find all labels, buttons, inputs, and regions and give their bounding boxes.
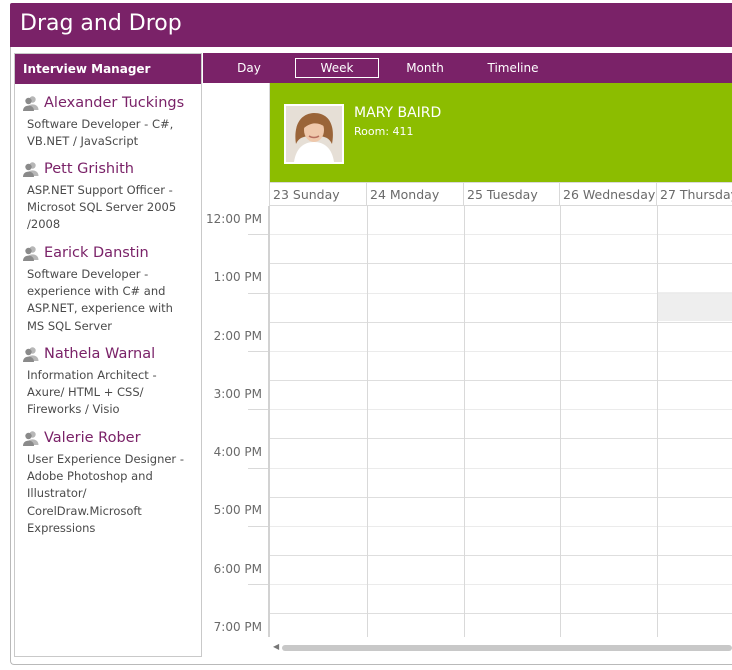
person-icon: [23, 431, 39, 446]
resource-room: Room: 411: [354, 125, 414, 138]
day-divider: [657, 206, 658, 637]
person-icon: [23, 246, 39, 261]
candidate-item[interactable]: Alexander Tuckings Software Developer - …: [15, 90, 201, 156]
time-tick: [248, 468, 268, 469]
half-hour-line: [270, 234, 732, 235]
half-hour-line: [270, 293, 732, 294]
person-icon: [23, 347, 39, 362]
time-label: 7:00 PM: [213, 620, 262, 634]
candidate-name: Earick Danstin: [44, 245, 149, 261]
hour-line: [270, 263, 732, 264]
candidate-name: Valerie Rober: [44, 430, 141, 446]
time-tick: [248, 293, 268, 294]
scroll-thumb[interactable]: [282, 645, 732, 651]
time-label: 2:00 PM: [213, 329, 262, 343]
person-icon: [23, 96, 39, 111]
day-header-row: 23 Sunday 24 Monday 25 Tuesday 26 Wednes…: [270, 182, 732, 206]
avatar-image: [286, 106, 342, 162]
scheduler: MARY BAIRD Room: 411 23 Sunday 24 Monday…: [203, 83, 732, 657]
hour-line: [270, 555, 732, 556]
candidate-description: Software Developer - experience with C# …: [27, 267, 173, 333]
time-gutter-header: [203, 83, 270, 206]
time-tick: [248, 409, 268, 410]
interview-manager-panel: Interview Manager Alexander Tuckings Sof…: [14, 53, 202, 657]
day-header: 24 Monday: [367, 183, 464, 206]
candidate-description: ASP.NET Support Officer - Microsot SQL S…: [27, 183, 177, 232]
hour-line: [270, 613, 732, 614]
time-label: 5:00 PM: [213, 503, 262, 517]
app-title: Drag and Drop: [20, 11, 182, 36]
view-switcher: Day Week Month Timeline: [203, 53, 732, 83]
hour-line: [270, 380, 732, 381]
avatar: [284, 104, 344, 164]
candidate-item[interactable]: Valerie Rober User Experience Designer -…: [15, 425, 201, 543]
candidate-description: Information Architect - Axure/ HTML + CS…: [27, 368, 157, 417]
time-label: 1:00 PM: [213, 270, 262, 284]
tab-day[interactable]: Day: [227, 58, 271, 78]
candidate-list: Alexander Tuckings Software Developer - …: [15, 84, 201, 543]
tab-week[interactable]: Week: [295, 58, 379, 78]
tab-timeline[interactable]: Timeline: [483, 58, 543, 78]
candidate-item[interactable]: Nathela Warnal Information Architect - A…: [15, 341, 201, 425]
half-hour-line: [270, 409, 732, 410]
busy-slot: [657, 292, 732, 321]
day-divider: [560, 206, 561, 637]
time-tick: [248, 234, 268, 235]
candidate-item[interactable]: Pett Grishith ASP.NET Support Officer - …: [15, 156, 201, 240]
time-tick: [248, 351, 268, 352]
candidate-description: Software Developer - C#, VB.NET / JavaSc…: [27, 117, 174, 149]
time-label: 6:00 PM: [213, 562, 262, 576]
half-hour-line: [270, 526, 732, 527]
hour-line: [270, 497, 732, 498]
half-hour-line: [270, 584, 732, 585]
resource-name: MARY BAIRD: [354, 105, 442, 121]
scroll-left-icon[interactable]: ◀: [273, 642, 279, 651]
day-header: 26 Wednesday: [560, 183, 657, 206]
time-label: 3:00 PM: [213, 387, 262, 401]
day-divider: [464, 206, 465, 637]
half-hour-line: [270, 351, 732, 352]
day-header: 25 Tuesday: [464, 183, 560, 206]
time-tick: [248, 526, 268, 527]
candidate-name: Nathela Warnal: [44, 346, 156, 362]
hour-line: [270, 322, 732, 323]
person-icon: [23, 162, 39, 177]
candidate-name: Pett Grishith: [44, 161, 135, 177]
resource-header: MARY BAIRD Room: 411: [270, 83, 732, 182]
candidate-name: Alexander Tuckings: [44, 95, 185, 111]
half-hour-line: [270, 468, 732, 469]
panel-header: Interview Manager: [15, 54, 201, 84]
app-titlebar: Drag and Drop: [10, 3, 732, 47]
hour-line: [270, 438, 732, 439]
horizontal-scrollbar[interactable]: ◀: [270, 637, 732, 657]
candidate-item[interactable]: Earick Danstin Software Developer - expe…: [15, 240, 201, 341]
time-label: 4:00 PM: [213, 445, 262, 459]
candidate-description: User Experience Designer - Adobe Photosh…: [27, 452, 184, 535]
time-grid[interactable]: 12:00 PM 1:00 PM 2:00 PM 3:00 PM 4:00 PM…: [203, 206, 732, 637]
time-tick: [248, 584, 268, 585]
tab-month[interactable]: Month: [401, 58, 449, 78]
time-label: 12:00 PM: [206, 212, 262, 226]
day-header: 27 Thursday: [660, 187, 732, 202]
time-column: 12:00 PM 1:00 PM 2:00 PM 3:00 PM 4:00 PM…: [203, 206, 270, 637]
day-divider: [367, 206, 368, 637]
day-header: 23 Sunday: [270, 183, 367, 206]
